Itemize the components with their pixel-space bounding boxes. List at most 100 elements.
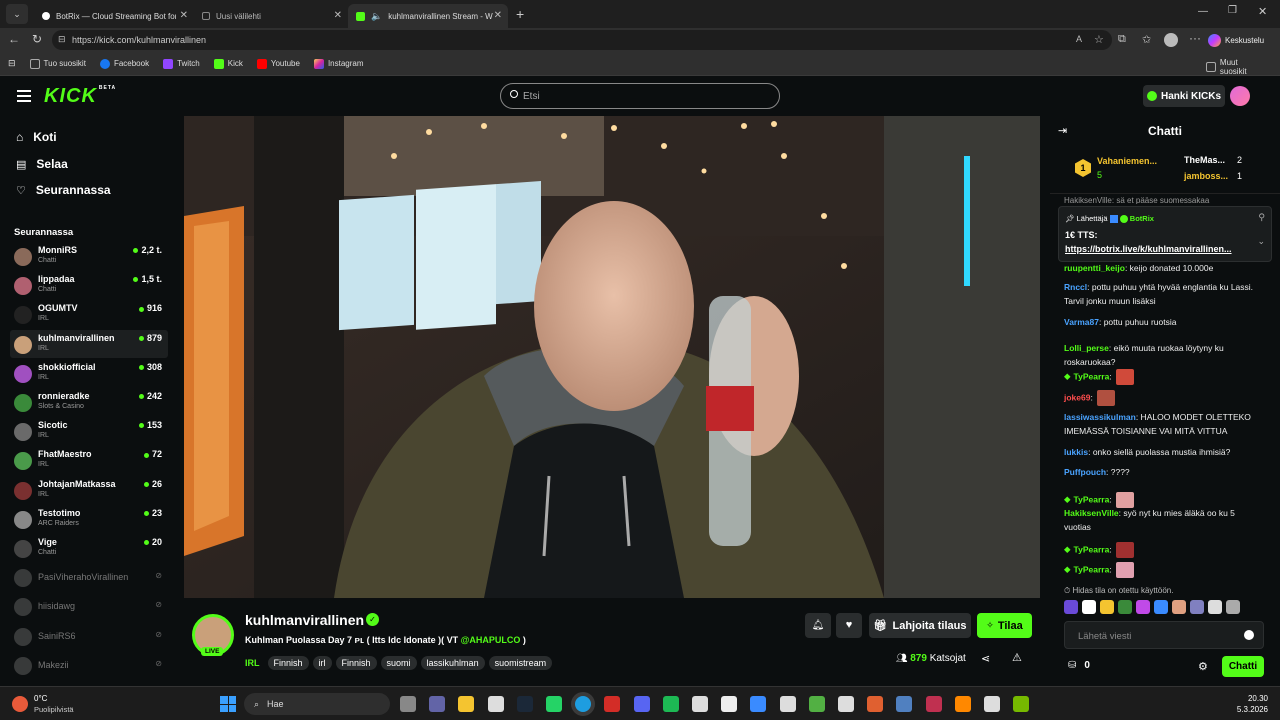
sidebar-channel[interactable]: Makezii ⊘ <box>10 651 168 679</box>
clock-time[interactable]: 20.30 <box>1238 694 1268 703</box>
browser-tab[interactable]: Uusi välilehti ✕ <box>194 4 348 28</box>
sidebar-channel[interactable]: PasiViherahoVirallinen ⊘ <box>10 563 168 591</box>
favorite-star-icon[interactable]: ☆ <box>1094 33 1104 46</box>
sidebar-channel[interactable]: lippadaa Chatti 1,5 t. <box>10 271 168 299</box>
emote-shortcut-icon[interactable] <box>1100 600 1114 614</box>
close-window-icon[interactable]: ✕ <box>1258 5 1267 18</box>
browser-tab[interactable]: BotRix — Cloud Streaming Bot for ✕ <box>34 4 194 28</box>
chat-username[interactable]: lassiwassikulman <box>1064 412 1136 422</box>
sidebar-scrollbar[interactable] <box>172 116 176 686</box>
emote-shortcut-icon[interactable] <box>1208 600 1222 614</box>
task-view-icon[interactable] <box>400 696 416 712</box>
xbox-icon[interactable] <box>808 696 825 712</box>
weather-desc[interactable]: Puolipilvistä <box>34 705 74 714</box>
chat-username[interactable]: Puffpouch <box>1064 467 1106 477</box>
new-tab-icon[interactable]: + <box>516 6 524 22</box>
chat-message[interactable]: Lolli_perse: eikö muuta ruokaa löytyny k… <box>1064 341 1264 369</box>
sidebar-channel[interactable]: Vige Chatti 20 <box>10 534 168 562</box>
notepad-icon[interactable] <box>721 696 738 712</box>
chat-username[interactable]: joke69 <box>1064 392 1090 402</box>
tab-actions-icon[interactable]: ⌄ <box>6 4 28 24</box>
spotify-icon[interactable] <box>662 696 679 712</box>
stream-tag[interactable]: Finnish <box>335 656 377 670</box>
follow-heart-button[interactable]: ♥ <box>836 613 862 638</box>
sidebar-channel[interactable]: SainiRS6 ⊘ <box>10 622 168 650</box>
more-options-icon[interactable]: ··· <box>1189 31 1201 45</box>
search-input[interactable]: Etsi <box>500 83 780 109</box>
stream-tag[interactable]: suomistream <box>488 656 553 670</box>
refresh-icon[interactable]: ↻ <box>32 32 42 46</box>
pinned-link[interactable]: https://botrix.live/k/kuhlmanvirallinen.… <box>1065 244 1250 254</box>
vlc-icon[interactable] <box>954 696 971 712</box>
bookmark-kick[interactable]: Kick <box>213 58 243 69</box>
kick-logo[interactable]: KICK BETA <box>44 85 116 108</box>
close-tab-icon[interactable]: ✕ <box>334 10 342 21</box>
menu-icon[interactable] <box>17 90 31 102</box>
chat-settings-icon[interactable]: ⚙ <box>1198 660 1208 673</box>
store-icon[interactable] <box>487 696 504 712</box>
unpin-icon[interactable]: ⚲ <box>1258 212 1265 223</box>
notification-bell-button[interactable]: 🔔︎ <box>805 613 831 638</box>
bookmark-other[interactable]: Muut suosikit <box>1206 58 1266 76</box>
url-field[interactable]: ⊟ https://kick.com/kuhlmanvirallinen A ☆ <box>52 30 1112 50</box>
whatsapp-icon[interactable] <box>546 696 562 712</box>
chat-message[interactable]: joke69: <box>1064 390 1264 406</box>
discord-icon[interactable] <box>633 696 650 712</box>
mail-icon[interactable] <box>750 696 767 712</box>
bookmarks-toggle-icon[interactable]: ⊟ <box>8 58 16 69</box>
speaker-icon[interactable]: 🔈 <box>371 11 382 22</box>
chat-username[interactable]: lukkis <box>1064 447 1088 457</box>
emote-shortcut-icon[interactable] <box>1226 600 1240 614</box>
copilot-button[interactable]: Keskustelu <box>1208 31 1264 49</box>
bookmark-twitch[interactable]: Twitch <box>163 58 200 69</box>
channel-points[interactable]: ⛁ 0 <box>1068 660 1090 671</box>
settings-icon[interactable] <box>779 696 796 712</box>
nav-browse[interactable]: ▤ Selaa <box>16 157 68 171</box>
chat-message[interactable]: lukkis: onko siellä puolassa mustia ihmi… <box>1064 445 1264 459</box>
extensions-icon[interactable]: ⧉ <box>1118 33 1126 46</box>
nvidia-icon[interactable] <box>1013 696 1030 712</box>
chat-username[interactable]: TyPearra <box>1074 494 1110 504</box>
leaderboard-name[interactable]: Vahaniemen... <box>1097 156 1157 166</box>
back-icon[interactable]: ← <box>8 32 20 46</box>
chat-username[interactable]: ruupentti_keijo <box>1064 263 1125 273</box>
bookmark-import[interactable]: Tuo suosikit <box>29 58 86 69</box>
steam-icon[interactable] <box>516 696 533 712</box>
emote-shortcut-icon[interactable] <box>1064 600 1078 614</box>
stream-title-mention[interactable]: @AHAPULCO <box>461 635 521 645</box>
taskbar-search[interactable]: ⌕ Hae <box>244 693 390 715</box>
stream-tag[interactable]: Finnish <box>267 656 309 670</box>
emoji-icon[interactable] <box>1244 630 1254 640</box>
subscribe-button[interactable]: ✧ Tilaa <box>977 613 1032 638</box>
pinned-sender[interactable]: BotRix <box>1130 214 1154 223</box>
get-kicks-button[interactable]: Hanki KICKs <box>1143 85 1225 107</box>
edge-icon[interactable] <box>575 696 592 712</box>
user-avatar[interactable] <box>1230 86 1250 106</box>
pinned-message[interactable]: 📌︎ Lähettäjä BotRix ⚲ 1€ TTS: https://bo… <box>1058 206 1272 262</box>
gear-app-icon[interactable] <box>896 696 913 712</box>
favorites-icon[interactable]: ✩ <box>1142 33 1151 46</box>
site-info-icon[interactable]: ⊟ <box>58 34 66 45</box>
chat-username[interactable]: TyPearra <box>1074 544 1110 554</box>
report-icon[interactable]: ⚠ <box>1012 651 1022 664</box>
file-explorer-icon[interactable] <box>458 696 475 712</box>
browser-tab-active[interactable]: 🔈 kuhlmanvirallinen Stream - W ✕ <box>348 4 508 28</box>
sidebar-channel[interactable]: FhatMaestro IRL 72 <box>10 446 168 474</box>
bookmark-facebook[interactable]: Facebook <box>99 58 149 69</box>
teams-icon[interactable] <box>429 696 446 712</box>
obs-icon[interactable] <box>838 696 854 712</box>
chat-username[interactable]: HakiksenVille <box>1064 508 1119 518</box>
profile-avatar-icon[interactable] <box>1164 33 1178 47</box>
sidebar-channel[interactable]: Sicotic IRL 153 <box>10 417 168 445</box>
emote-shortcut-icon[interactable] <box>1172 600 1186 614</box>
chat-input[interactable]: Lähetä viesti <box>1064 621 1264 649</box>
video-player[interactable] <box>184 116 1040 598</box>
channel-name[interactable]: kuhlmanvirallinen <box>245 612 364 628</box>
close-tab-icon[interactable]: ✕ <box>180 10 188 21</box>
chat-message[interactable]: lassiwassikulman: HALOO MODET OLETTEKO I… <box>1064 410 1264 438</box>
gift-sub-button[interactable]: 🎁︎ Lahjoita tilaus <box>869 613 971 638</box>
expand-pinned-icon[interactable]: ⌄ <box>1257 236 1265 247</box>
category-link[interactable]: IRL <box>245 658 260 668</box>
emote-shortcut-icon[interactable] <box>1154 600 1168 614</box>
start-button[interactable] <box>220 696 236 712</box>
